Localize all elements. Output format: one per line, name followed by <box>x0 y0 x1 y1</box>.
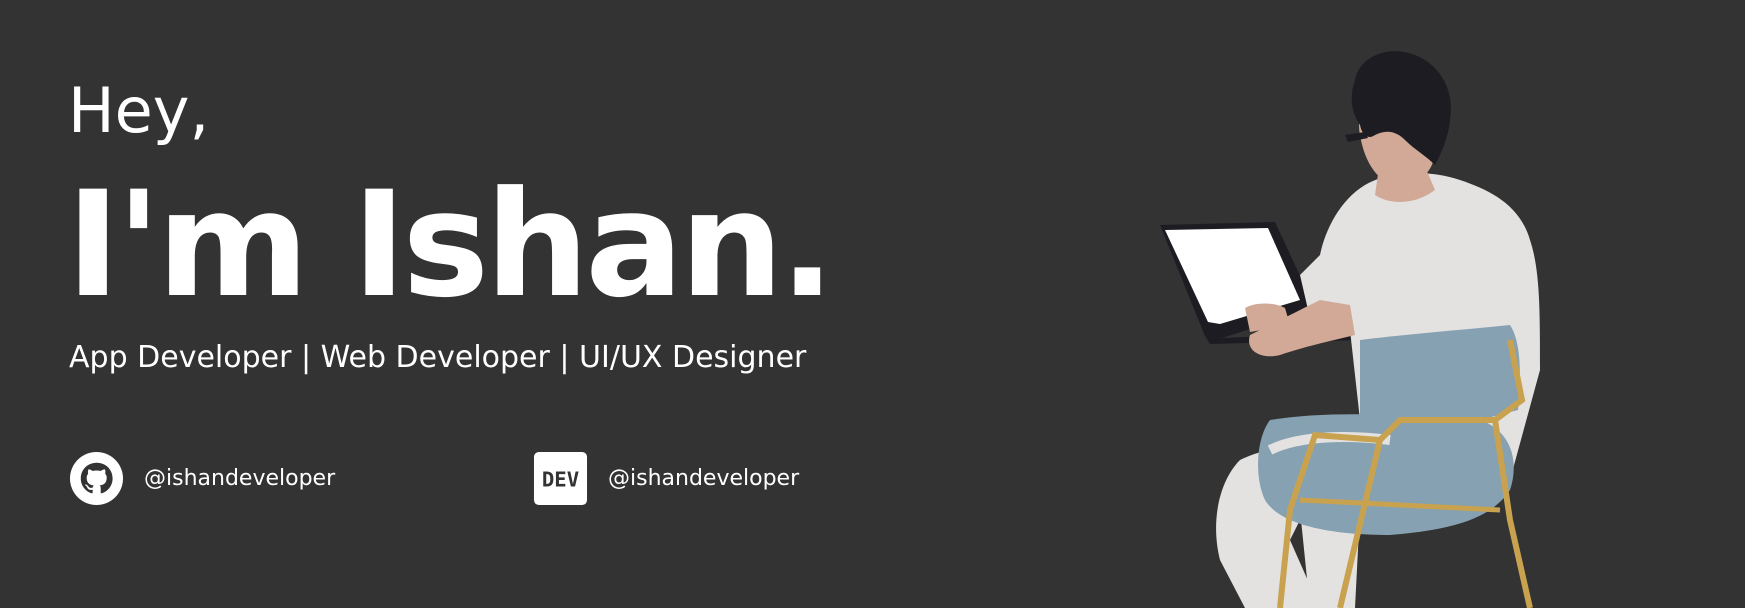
dev-icon[interactable]: DEV <box>533 451 588 506</box>
dev-handle[interactable]: @ishandeveloper <box>608 466 799 491</box>
github-icon[interactable] <box>69 451 124 506</box>
github-social-link[interactable]: @ishandeveloper <box>69 450 335 506</box>
profile-banner: Hey, I'm Ishan. App Developer | Web Deve… <box>0 0 1745 608</box>
greeting-text: Hey, <box>68 74 210 147</box>
name-heading: I'm Ishan. <box>66 160 835 330</box>
roles-subtitle: App Developer | Web Developer | UI/UX De… <box>69 340 807 375</box>
developer-illustration <box>1160 51 1540 608</box>
dev-icon-text: DEV <box>542 467 579 491</box>
github-handle[interactable]: @ishandeveloper <box>144 466 335 491</box>
dev-social-link[interactable]: DEV @ishandeveloper <box>533 450 799 506</box>
